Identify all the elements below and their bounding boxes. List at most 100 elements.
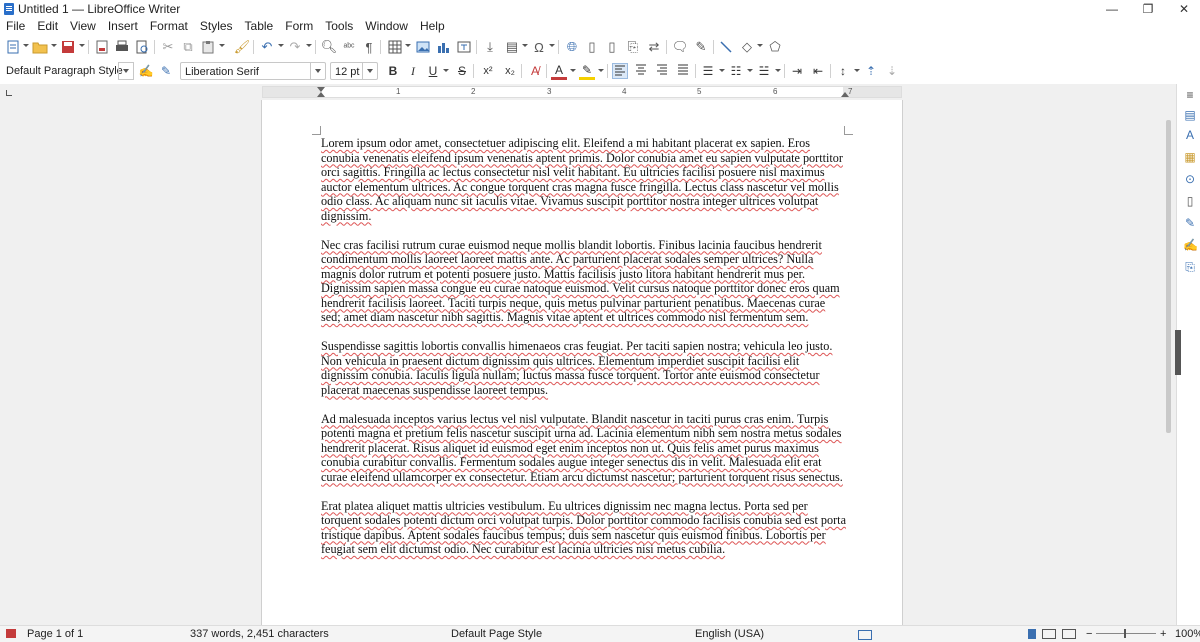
open-dropdown-icon[interactable] [51, 44, 57, 47]
zoom-level[interactable]: 100% [1175, 626, 1200, 642]
new-dropdown-icon[interactable] [23, 44, 29, 47]
save-dropdown-icon[interactable] [79, 44, 85, 47]
left-indent-marker[interactable] [317, 92, 325, 97]
save-icon[interactable] [60, 39, 76, 55]
design-icon[interactable]: ⎘ [1183, 260, 1197, 274]
numbered-dropdown-icon[interactable] [747, 69, 753, 72]
italic-button[interactable]: I [405, 63, 421, 79]
chevron-down-icon[interactable] [362, 63, 377, 79]
cut-icon[interactable]: ✂ [160, 39, 176, 55]
insert-field-icon[interactable]: ▤ [504, 39, 520, 55]
right-indent-marker[interactable] [841, 92, 849, 97]
cross-reference-icon[interactable]: ⇄ [646, 39, 662, 55]
properties-icon[interactable]: ▤ [1183, 108, 1197, 122]
sidebar-collapse-handle[interactable] [1175, 330, 1181, 375]
insert-table-icon[interactable] [387, 39, 403, 55]
spelling-icon[interactable]: ᵃᵇᶜ [341, 39, 357, 55]
menu-file[interactable]: File [0, 18, 31, 35]
highlight-color-icon[interactable]: ✎ [579, 63, 595, 80]
zoom-slider[interactable] [1096, 633, 1156, 634]
decrease-indent-icon[interactable]: ⇤ [810, 63, 826, 79]
print-icon[interactable] [114, 39, 130, 55]
vertical-scrollbar[interactable] [1166, 120, 1171, 433]
basic-shapes-icon[interactable]: ◇ [739, 39, 755, 55]
menu-table[interactable]: Table [239, 18, 280, 35]
bullet-list-icon[interactable]: ☰ [700, 63, 716, 79]
comment-icon[interactable]: 🗨︎ [672, 39, 689, 55]
increase-indent-icon[interactable]: ⇥ [789, 63, 805, 79]
document-body[interactable]: Lorem ipsum odor amet, consectetuer adip… [321, 136, 846, 571]
font-color-dropdown-icon[interactable] [570, 69, 576, 72]
language-status[interactable]: English (USA) [695, 626, 764, 642]
minimize-button[interactable]: — [1094, 0, 1130, 18]
field-dropdown-icon[interactable] [522, 44, 528, 47]
zoom-slider-handle[interactable] [1124, 629, 1126, 638]
paragraph-style-select[interactable]: Default Paragraph Style [2, 62, 134, 80]
superscript-button[interactable]: x² [480, 63, 496, 79]
paste-icon[interactable] [200, 39, 216, 55]
paste-dropdown-icon[interactable] [219, 44, 225, 47]
print-preview-icon[interactable] [134, 39, 150, 55]
insert-chart-icon[interactable] [435, 39, 451, 55]
multi-page-view-icon[interactable] [1042, 629, 1056, 639]
paragraph[interactable]: Suspendisse sagittis lobortis convallis … [321, 339, 846, 397]
table-dropdown-icon[interactable] [405, 44, 411, 47]
underline-dropdown-icon[interactable] [443, 69, 449, 72]
align-center-button[interactable] [633, 63, 649, 79]
navigator-icon[interactable]: ⊙ [1183, 172, 1197, 186]
book-view-icon[interactable] [1062, 629, 1076, 639]
font-size-select[interactable]: 12 pt [330, 62, 378, 80]
export-pdf-icon[interactable] [94, 39, 110, 55]
open-folder-icon[interactable] [32, 39, 48, 55]
page-number-status[interactable]: Page 1 of 1 [27, 626, 83, 642]
insert-textbox-icon[interactable] [456, 39, 472, 55]
single-page-view-icon[interactable] [1028, 629, 1036, 639]
menu-view[interactable]: View [64, 18, 102, 35]
insert-line-icon[interactable] [718, 39, 734, 55]
hyperlink-icon[interactable]: 🌐︎ [564, 39, 580, 55]
footnote-icon[interactable]: ▯ [584, 39, 600, 55]
font-name-select[interactable]: Liberation Serif [180, 62, 326, 80]
track-changes-icon[interactable]: ✎ [693, 39, 709, 55]
justify-button[interactable] [675, 63, 691, 79]
bullet-dropdown-icon[interactable] [719, 69, 725, 72]
insert-image-icon[interactable] [415, 39, 431, 55]
close-button[interactable]: ✕ [1166, 0, 1200, 18]
menu-edit[interactable]: Edit [31, 18, 64, 35]
paragraph[interactable]: Erat platea aliquet mattis ultricies ves… [321, 499, 846, 557]
document-modified-icon[interactable] [6, 629, 16, 638]
document-page[interactable]: Lorem ipsum odor amet, consectetuer adip… [261, 100, 903, 625]
redo-icon[interactable]: ↷ [287, 39, 303, 55]
page-icon[interactable]: ▯ [1183, 194, 1197, 208]
update-style-icon[interactable]: ✍ [138, 63, 154, 79]
horizontal-ruler[interactable]: 1 2 3 4 5 6 7 [262, 86, 902, 98]
bold-button[interactable]: B [385, 63, 401, 79]
undo-icon[interactable]: ↶ [259, 39, 275, 55]
zoom-in-icon[interactable]: + [1160, 626, 1166, 642]
paragraph[interactable]: Lorem ipsum odor amet, consectetuer adip… [321, 136, 846, 223]
clear-formatting-icon[interactable]: A̸ [527, 63, 543, 79]
manage-changes-icon[interactable]: ✍ [1183, 238, 1198, 252]
chevron-down-icon[interactable] [310, 63, 325, 79]
line-spacing-icon[interactable]: ↕ [835, 63, 851, 79]
align-right-button[interactable] [654, 63, 670, 79]
paragraph[interactable]: Ad malesuada inceptos varius lectus vel … [321, 412, 846, 485]
menu-insert[interactable]: Insert [102, 18, 144, 35]
zoom-out-icon[interactable]: − [1086, 626, 1092, 642]
paragraph[interactable]: Nec cras facilisi rutrum curae euismod n… [321, 238, 846, 325]
shapes-dropdown-icon[interactable] [757, 44, 763, 47]
bookmark-icon[interactable]: ⎘ [625, 39, 641, 55]
new-style-icon[interactable]: ✎ [158, 63, 174, 79]
sidebar-menu-icon[interactable]: ≡ [1183, 88, 1197, 102]
menu-tools[interactable]: Tools [319, 18, 359, 35]
line-spacing-dropdown-icon[interactable] [854, 69, 860, 72]
decrease-paragraph-spacing-icon[interactable]: ⇣ [884, 63, 900, 79]
subscript-button[interactable]: x₂ [502, 63, 518, 79]
selection-mode-icon[interactable] [858, 630, 872, 640]
maximize-button[interactable]: ❐ [1130, 0, 1166, 18]
clone-formatting-icon[interactable]: 🖌 [234, 39, 251, 55]
font-color-icon[interactable]: A [551, 63, 567, 80]
endnote-icon[interactable]: ▯ [604, 39, 620, 55]
special-character-dropdown-icon[interactable] [549, 44, 555, 47]
numbered-list-icon[interactable]: ☷ [728, 63, 744, 79]
